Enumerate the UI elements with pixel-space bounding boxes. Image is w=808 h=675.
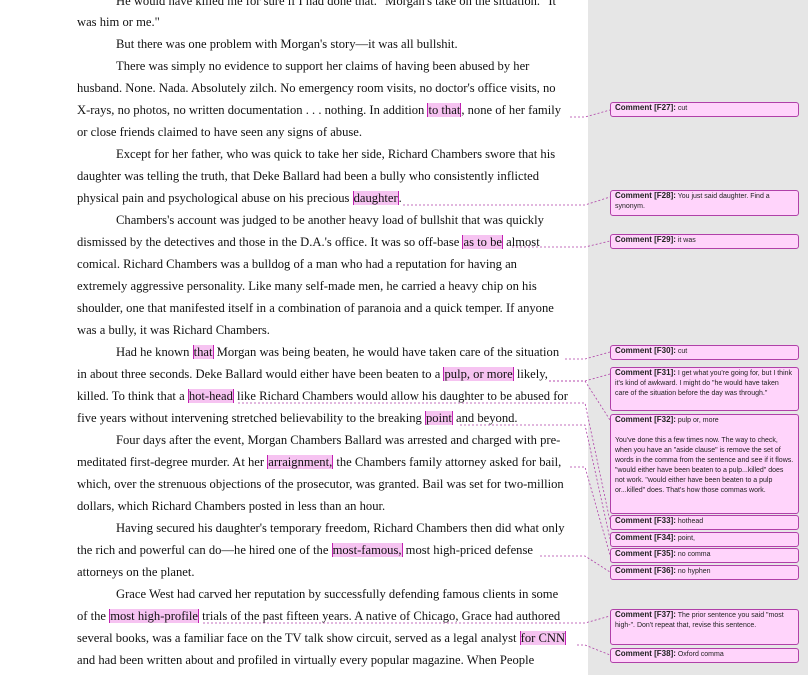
highlighted-text[interactable]: hot-head (187, 389, 234, 403)
document-line: the rich and powerful can do—he hired on… (77, 543, 533, 557)
comment-id: Comment [F35]: (615, 549, 676, 558)
comment-id: Comment [F32]: (615, 415, 676, 424)
comment-box[interactable]: Comment [F30]: cut (610, 345, 799, 360)
highlighted-text[interactable]: most high-profile (109, 609, 199, 623)
comment-extra-text: You've done this a few times now. The wa… (615, 437, 794, 494)
document-line: of the most high-profile trials of the p… (77, 609, 561, 623)
document-line: meditated first-degree murder. At her ar… (77, 455, 562, 469)
comment-box[interactable]: Comment [F38]: Oxford comma (610, 648, 799, 663)
comment-box[interactable]: Comment [F36]: no hyphen (610, 565, 799, 580)
document-line: which, over the strenuous objections of … (77, 477, 564, 491)
comment-box[interactable]: Comment [F29]: it was (610, 234, 799, 249)
comment-id: Comment [F31]: (615, 368, 676, 377)
comment-id: Comment [F30]: (615, 346, 676, 355)
document-line: attorneys on the planet. (77, 565, 195, 579)
highlighted-text[interactable]: daughter (352, 191, 399, 205)
document-line: Except for her father, who was quick to … (116, 147, 556, 161)
document-line: husband. None. Nada. Absolutely zilch. N… (77, 81, 556, 95)
comment-text: point, (675, 535, 695, 542)
comment-id: Comment [F33]: (615, 516, 676, 525)
document-line: killed. To think that a hot-head like Ri… (77, 389, 568, 403)
comment-box[interactable]: Comment [F27]: cut (610, 102, 799, 117)
document-line: Had he known that Morgan was being beate… (116, 345, 560, 359)
document-page[interactable]: He would have killed me for sure if I ha… (0, 0, 588, 675)
document-line: Chambers's account was judged to be anot… (116, 213, 544, 227)
comment-id: Comment [F37]: (615, 610, 676, 619)
document-line: several books, was a familiar face on th… (77, 631, 567, 645)
highlighted-text[interactable]: arraignment, (267, 455, 334, 469)
comment-text: it was (675, 237, 696, 244)
document-line: daughter was telling the truth, that Dek… (77, 169, 539, 183)
highlighted-text[interactable]: for CNN (519, 631, 567, 645)
document-line: dollars, which Richard Chambers posted i… (77, 499, 386, 513)
comment-box[interactable]: Comment [F34]: point, (610, 532, 799, 547)
document-line: was him or me." (77, 15, 160, 29)
document-line: dismissed by the detectives and those in… (77, 235, 540, 249)
comment-id: Comment [F34]: (615, 533, 676, 542)
document-line: X-rays, no photos, no written documentat… (77, 103, 561, 117)
comment-box[interactable]: Comment [F31]: I get what you're going f… (610, 367, 799, 411)
document-line: He would have killed me for sure if I ha… (116, 0, 557, 8)
comment-text: cut (675, 348, 688, 355)
comment-box[interactable]: Comment [F37]: The prior sentence you sa… (610, 609, 799, 645)
highlighted-text[interactable]: pulp, or more (443, 367, 514, 381)
comment-id: Comment [F29]: (615, 235, 676, 244)
comment-text: cut (675, 105, 688, 112)
document-line: five years without intervening stretched… (77, 411, 518, 425)
comment-id: Comment [F27]: (615, 103, 676, 112)
document-line: extremely aggressive personality. Like m… (77, 279, 537, 293)
comment-text: no hyphen (675, 568, 711, 575)
comment-id: Comment [F28]: (615, 191, 676, 200)
comment-box[interactable]: Comment [F35]: no comma (610, 548, 799, 563)
highlighted-text[interactable]: to that (427, 103, 462, 117)
comment-text: Oxford comma (675, 651, 724, 658)
comment-box[interactable]: Comment [F28]: You just said daughter. F… (610, 190, 799, 216)
document-line: Grace West had carved her reputation by … (116, 587, 559, 601)
highlighted-text[interactable]: that (192, 345, 214, 359)
comment-text: no comma (675, 551, 711, 558)
document-line: shoulder, one that manifested itself in … (77, 301, 554, 315)
document-line: was a bully, it was Richard Chambers. (77, 323, 270, 337)
comment-box[interactable]: Comment [F33]: hothead (610, 515, 799, 530)
document-line: But there was one problem with Morgan's … (116, 37, 458, 51)
document-line: There was simply no evidence to support … (116, 59, 530, 73)
comment-id: Comment [F36]: (615, 566, 676, 575)
highlighted-text[interactable]: point (424, 411, 453, 425)
comment-text: hothead (675, 518, 704, 525)
highlighted-text[interactable]: as to be (462, 235, 503, 249)
document-line: Having secured his daughter's temporary … (116, 521, 565, 535)
comment-text: pulp or, more (675, 417, 719, 424)
document-line: or close friends claimed to have seen an… (77, 125, 363, 139)
highlighted-text[interactable]: most-famous, (331, 543, 403, 557)
comment-box[interactable]: Comment [F32]: pulp or, more You've done … (610, 414, 799, 514)
document-line: and had been written about and profiled … (77, 653, 535, 667)
document-line: physical pain and psychological abuse on… (77, 191, 402, 205)
document-line: in about three seconds. Deke Ballard wou… (77, 367, 548, 381)
comment-id: Comment [F38]: (615, 649, 676, 658)
document-line: comical. Richard Chambers was a bulldog … (77, 257, 517, 271)
document-line: Four days after the event, Morgan Chambe… (116, 433, 561, 447)
